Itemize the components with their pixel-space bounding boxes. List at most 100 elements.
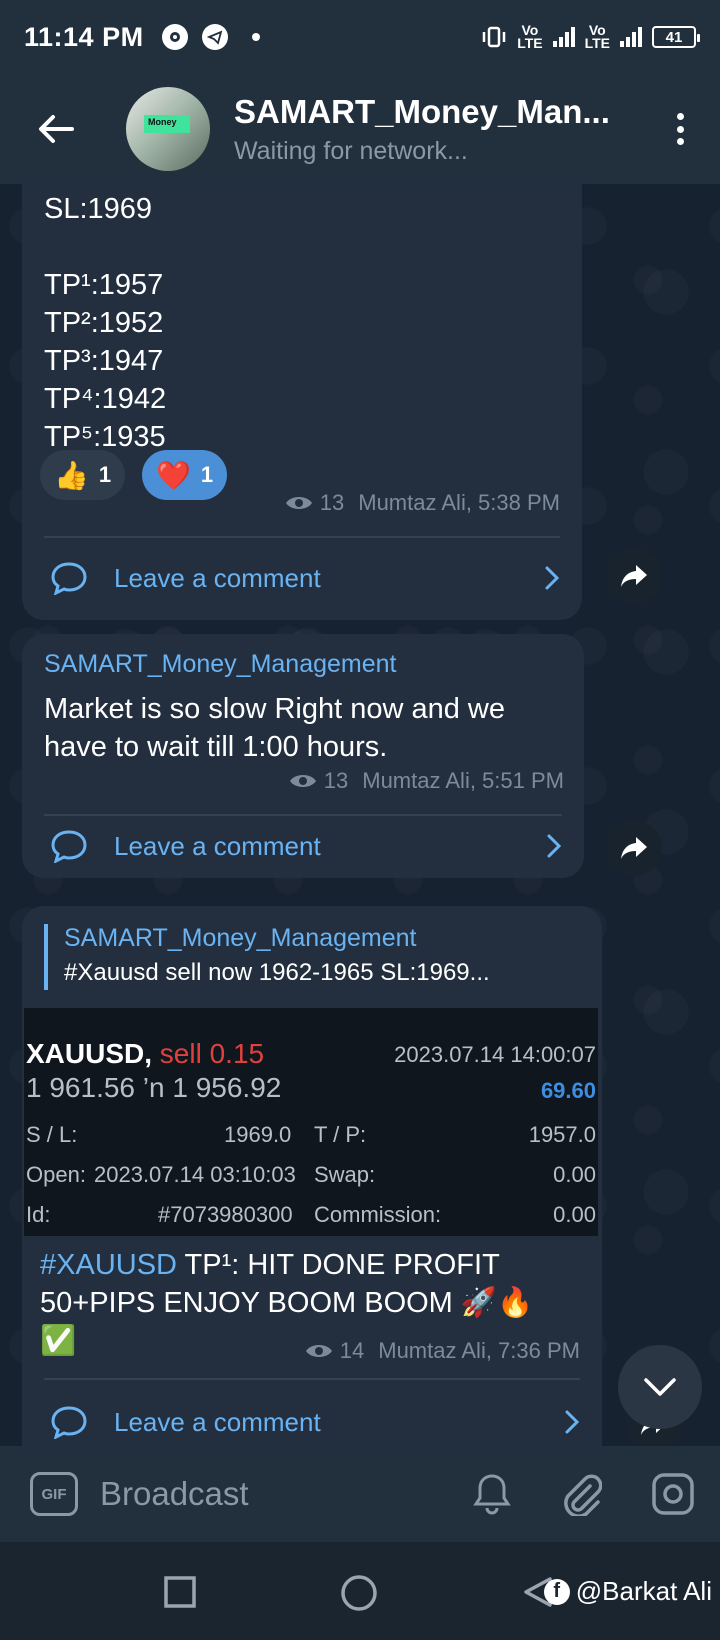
vibrate-icon xyxy=(482,26,506,48)
message-bubble[interactable]: SL:1969 TP¹:1957 TP²:1952 TP³:1947 TP⁴:1… xyxy=(22,184,582,620)
thumbs-up-icon: 👍 xyxy=(54,459,89,491)
views-eye-icon xyxy=(305,1345,332,1357)
heart-icon: ❤️ xyxy=(156,459,191,491)
message-meta: 14 Mumtaz Ali, 7:36 PM xyxy=(304,1338,580,1364)
trade-datetime: 2023.07.14 14:00:07 xyxy=(394,1042,596,1067)
author-time: Mumtaz Ali, 5:38 PM xyxy=(358,490,560,515)
sl-value: 1969.0 xyxy=(224,1122,292,1147)
telegram-notification-icon xyxy=(201,24,228,50)
back-button[interactable] xyxy=(26,99,86,159)
notification-app-icon xyxy=(161,24,188,50)
chevron-right-icon xyxy=(545,566,560,590)
status-bar: 11:14 PM Vo LTE Vo LTE 41 xyxy=(0,0,720,74)
reply-quote[interactable]: SAMART_Money_Management #Xauusd sell now… xyxy=(44,924,580,990)
id-value: #7073980300 xyxy=(158,1202,293,1227)
swap-value: 0.00 xyxy=(553,1162,596,1187)
leave-comment-button[interactable]: Leave a comment xyxy=(50,1382,580,1446)
message-line: SL:1969 xyxy=(44,193,153,225)
open-label: Open: xyxy=(26,1162,86,1187)
more-options-button[interactable] xyxy=(670,109,690,149)
commission-value: 0.00 xyxy=(553,1202,596,1227)
message-text: Market is so slow Right now and we have … xyxy=(44,693,505,763)
author-time: Mumtaz Ali, 5:51 PM xyxy=(362,768,564,793)
battery-icon: 41 xyxy=(652,26,700,48)
channel-avatar[interactable]: Money xyxy=(126,87,210,171)
views-eye-icon xyxy=(289,775,316,787)
comment-icon xyxy=(51,562,87,595)
watermark-text: @Barkat Ali xyxy=(575,1576,712,1606)
dot-icon xyxy=(676,113,684,120)
message-bubble[interactable]: SAMART_Money_Management Market is so slo… xyxy=(22,634,584,878)
message-meta: 13 Mumtaz Ali, 5:38 PM xyxy=(284,490,560,516)
chat-area[interactable]: SL:1969 TP¹:1957 TP²:1952 TP³:1947 TP⁴:1… xyxy=(0,184,720,1446)
input-bar: GIF Broadcast xyxy=(0,1446,720,1542)
gif-button[interactable]: GIF xyxy=(30,1472,78,1516)
message-meta: 13 Mumtaz Ali, 5:51 PM xyxy=(288,768,564,794)
message-line: TP²:1952 xyxy=(44,307,164,339)
sender-name: SAMART_Money_Management xyxy=(44,650,397,678)
attach-icon[interactable] xyxy=(560,1472,602,1516)
message-line: TP¹:1957 xyxy=(44,269,164,301)
share-button[interactable] xyxy=(606,820,662,876)
more-notifications-dot-icon xyxy=(251,33,260,41)
comment-icon xyxy=(51,830,87,863)
status-time: 11:14 PM xyxy=(24,21,144,52)
message-line: TP⁴:1942 xyxy=(44,383,167,415)
volte-label-1: Vo LTE xyxy=(517,22,543,51)
trade-screenshot[interactable]: XAUUSD, sell 0.15 2023.07.14 14:00:07 1 … xyxy=(24,1008,598,1236)
trade-profit: 69.60 xyxy=(540,1078,596,1103)
view-count: 13 xyxy=(319,490,345,515)
swap-label: Swap: xyxy=(314,1162,376,1187)
volte-label-2: Vo LTE xyxy=(584,22,610,51)
message-line-blank xyxy=(44,228,166,266)
sl-label: S / L: xyxy=(26,1122,78,1147)
chat-header: Money SAMART_Money_Man... Waiting for ne… xyxy=(0,74,720,184)
recents-button[interactable] xyxy=(164,1576,196,1608)
hashtag-link[interactable]: #XAUUSD xyxy=(40,1249,177,1281)
reply-text: #Xauusd sell now 1962-1965 SL:1969... xyxy=(64,959,490,986)
leave-comment-button[interactable]: Leave a comment xyxy=(50,816,562,876)
connection-status: Waiting for network... xyxy=(234,136,468,165)
dot-icon xyxy=(676,138,684,145)
dot-icon xyxy=(676,125,684,133)
avatar-tag-text: Money xyxy=(144,115,190,133)
message-bubble[interactable]: SAMART_Money_Management #Xauusd sell now… xyxy=(22,906,602,1446)
reaction-count: 1 xyxy=(98,462,112,487)
watermark: f @Barkat Ali xyxy=(543,1576,712,1607)
chevron-right-icon xyxy=(565,1410,580,1434)
camera-icon[interactable] xyxy=(650,1471,696,1517)
reaction-count: 1 xyxy=(200,462,214,487)
tp-label: T / P: xyxy=(314,1122,367,1147)
comment-label: Leave a comment xyxy=(114,1406,321,1437)
system-nav-bar: f @Barkat Ali xyxy=(0,1542,720,1640)
share-arrow-icon xyxy=(621,565,647,587)
message-text: SL:1969 TP¹:1957 TP²:1952 TP³:1947 TP⁴:1… xyxy=(44,190,166,456)
views-eye-icon xyxy=(285,497,312,509)
channel-info[interactable]: SAMART_Money_Man... Waiting for network.… xyxy=(234,93,634,166)
check-mark-icon: ✅ xyxy=(40,1325,77,1357)
facebook-icon: f xyxy=(543,1578,570,1605)
view-count: 14 xyxy=(339,1338,365,1363)
share-button[interactable] xyxy=(606,548,662,604)
channel-title: SAMART_Money_Man... xyxy=(234,92,610,130)
arrow-left-icon xyxy=(39,115,74,143)
view-count: 13 xyxy=(323,768,349,793)
broadcast-input[interactable]: Broadcast xyxy=(100,1475,249,1513)
chevron-right-icon xyxy=(547,834,562,858)
home-button[interactable] xyxy=(340,1574,378,1612)
reply-sender: SAMART_Money_Management xyxy=(64,924,417,952)
bell-icon[interactable] xyxy=(472,1472,512,1516)
reaction-heart[interactable]: ❤️ 1 xyxy=(142,450,228,500)
trade-symbol: XAUUSD, xyxy=(26,1038,153,1069)
scroll-down-button[interactable] xyxy=(618,1345,702,1429)
trade-prices: 1 961.56 ’n 1 956.92 xyxy=(26,1072,282,1103)
comment-label: Leave a comment xyxy=(114,830,321,861)
author-time: Mumtaz Ali, 7:36 PM xyxy=(378,1338,580,1363)
reaction-thumbs-up[interactable]: 👍 1 xyxy=(40,450,126,500)
tp-value: 1957.0 xyxy=(528,1122,596,1147)
share-arrow-icon xyxy=(621,837,647,859)
message-line: TP³:1947 xyxy=(44,345,164,377)
leave-comment-button[interactable]: Leave a comment xyxy=(50,538,560,618)
id-label: Id: xyxy=(26,1202,51,1227)
signal-icon-2 xyxy=(620,27,642,47)
